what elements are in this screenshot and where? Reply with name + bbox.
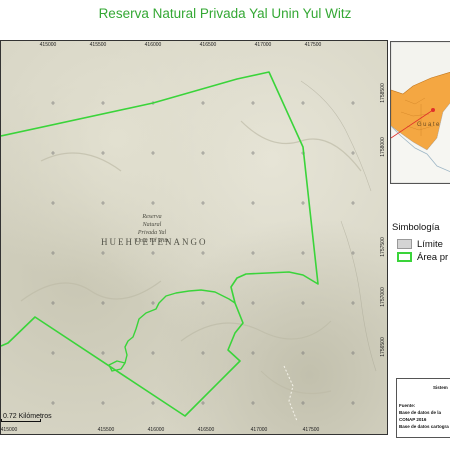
source-info-box: Sistem Fuente: Base de datos de la CONAP… bbox=[396, 378, 450, 438]
department-label: HUEHUETENANGO bbox=[101, 237, 208, 247]
x-tick-top: 415500 bbox=[89, 42, 107, 48]
y-tick-right: 1758000 bbox=[380, 137, 386, 157]
legend-item-limit: Límite bbox=[397, 238, 443, 250]
x-tick-top: 416000 bbox=[144, 42, 162, 48]
map-title: Reserva Natural Privada Yal Unin Yul Wit… bbox=[98, 6, 352, 21]
x-tick-bottom: 415000 bbox=[0, 427, 18, 433]
y-tick-right: 1758500 bbox=[380, 83, 386, 103]
x-tick-bottom: 417000 bbox=[250, 427, 268, 433]
legend-item-area: Área pr bbox=[397, 251, 448, 263]
x-tick-top: 416500 bbox=[199, 42, 217, 48]
y-tick-right: 1756500 bbox=[380, 337, 386, 357]
source-label: Fuente: bbox=[399, 403, 416, 408]
x-tick-bottom: 415500 bbox=[97, 427, 115, 433]
legend: Simbología Límite Área pr bbox=[390, 220, 450, 268]
legend-title: Simbología bbox=[392, 222, 440, 233]
source-heading: Sistem bbox=[433, 385, 448, 390]
scale-bar-label: 0.72 Kilómetros bbox=[3, 413, 52, 420]
x-tick-bottom: 416000 bbox=[147, 427, 165, 433]
inset-country-label: Guate bbox=[417, 122, 441, 128]
locator-inset-map: Guate bbox=[390, 41, 450, 184]
source-line: Base de datos de la bbox=[399, 410, 442, 415]
y-tick-right: 1757000 bbox=[380, 287, 386, 307]
x-tick-top: 417000 bbox=[254, 42, 272, 48]
x-tick-bottom: 417500 bbox=[302, 427, 320, 433]
y-tick-right: 1757500 bbox=[380, 237, 386, 257]
source-line: CONAP 2016 bbox=[399, 417, 427, 422]
locator-map-shape bbox=[391, 42, 450, 183]
main-map[interactable]: 415000 415500 416000 416500 417000 41750… bbox=[0, 40, 388, 435]
source-line: Base de datos cartogra bbox=[399, 424, 449, 429]
limit-swatch bbox=[397, 239, 412, 249]
x-tick-top: 415000 bbox=[39, 42, 57, 48]
area-swatch bbox=[397, 252, 412, 262]
x-tick-top: 417500 bbox=[304, 42, 322, 48]
x-tick-bottom: 416500 bbox=[197, 427, 215, 433]
